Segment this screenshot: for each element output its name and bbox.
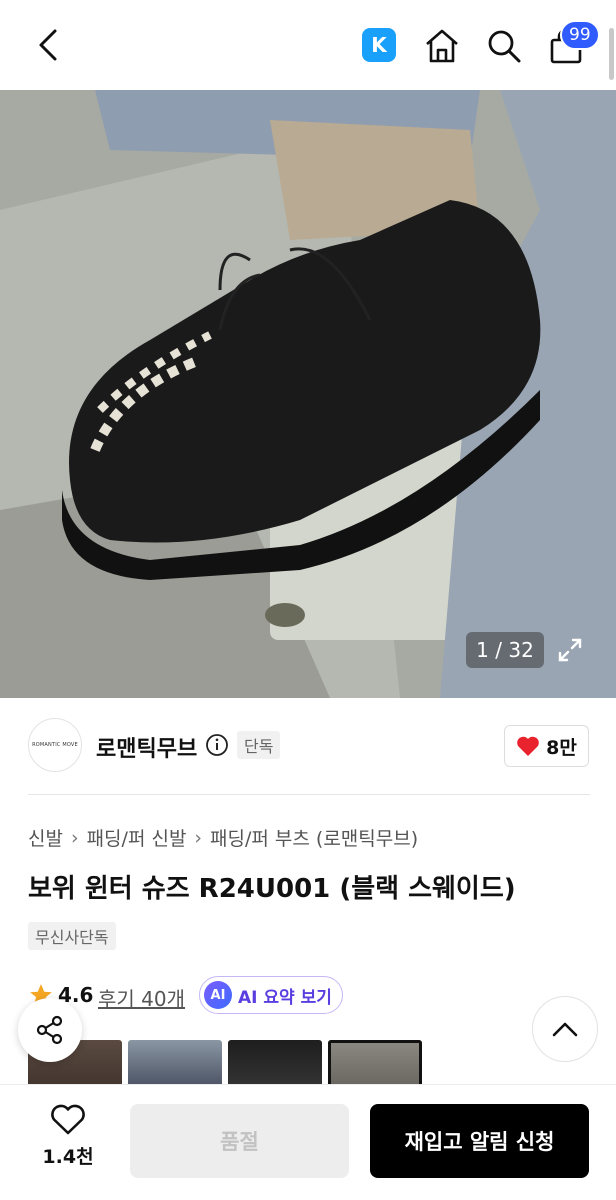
review-thumbnail[interactable] (228, 1040, 322, 1084)
product-title: 보위 윈터 슈즈 R24U001 (블랙 스웨이드) (28, 874, 516, 904)
back-button[interactable] (28, 25, 68, 65)
divider (28, 794, 590, 795)
share-icon (36, 1015, 63, 1045)
exclusive-badge: 단독 (237, 731, 281, 759)
home-icon (426, 29, 458, 63)
chevron-right-icon: › (194, 826, 203, 849)
brand-like-button[interactable]: 8만 (504, 725, 589, 767)
review-thumbnail[interactable] (328, 1040, 422, 1084)
cart-count-badge: 99 (560, 20, 600, 50)
review-count-link[interactable]: 후기 40개 (98, 983, 185, 1012)
review-thumbnail[interactable] (128, 1040, 222, 1084)
chevron-up-icon (552, 1022, 578, 1037)
brand-logo[interactable]: ROMANTIC MOVE (28, 718, 82, 772)
chevron-right-icon: › (70, 826, 79, 849)
share-button[interactable] (18, 998, 82, 1062)
shoe-photo (0, 90, 616, 698)
search-button[interactable] (482, 24, 526, 68)
brand-like-count: 8만 (546, 736, 577, 759)
search-icon (488, 30, 521, 63)
exclusive-tag: 무신사단독 (28, 922, 116, 950)
brand-name[interactable]: 로맨틱무브 (96, 731, 197, 763)
review-thumbnails (28, 1040, 422, 1084)
expand-icon (558, 638, 582, 662)
heart-filled-icon (517, 736, 539, 756)
soldout-button: 품절 (130, 1104, 349, 1178)
restock-alert-button[interactable]: 재입고 알림 신청 (370, 1104, 589, 1178)
image-counter: 1 / 32 (466, 632, 544, 668)
info-icon[interactable] (205, 733, 229, 757)
top-nav-bar: K 99 (0, 0, 616, 90)
product-image[interactable] (0, 90, 616, 698)
breadcrumb-item[interactable]: 패딩/퍼 신발 (87, 824, 187, 851)
heart-outline-icon (51, 1104, 85, 1135)
scrollbar (609, 28, 614, 80)
home-button[interactable] (420, 24, 464, 68)
ai-summary-label: AI 요약 보기 (238, 987, 332, 1008)
ai-summary-button[interactable]: AI AI 요약 보기 (199, 976, 343, 1014)
scroll-to-top-button[interactable] (532, 996, 598, 1062)
breadcrumb: 신발 › 패딩/퍼 신발 › 패딩/퍼 부츠 (로맨틱무브) (28, 824, 418, 851)
breadcrumb-item[interactable]: 신발 (28, 824, 63, 851)
wishlist-count: 1.4천 (42, 1146, 94, 1168)
ai-icon: AI (204, 981, 232, 1009)
breadcrumb-item[interactable]: 패딩/퍼 부츠 (로맨틱무브) (210, 824, 418, 851)
k-app-button[interactable]: K (362, 28, 396, 62)
chevron-left-icon (39, 29, 57, 61)
wishlist-button[interactable]: 1.4천 (28, 1104, 108, 1178)
expand-button[interactable] (550, 630, 590, 670)
